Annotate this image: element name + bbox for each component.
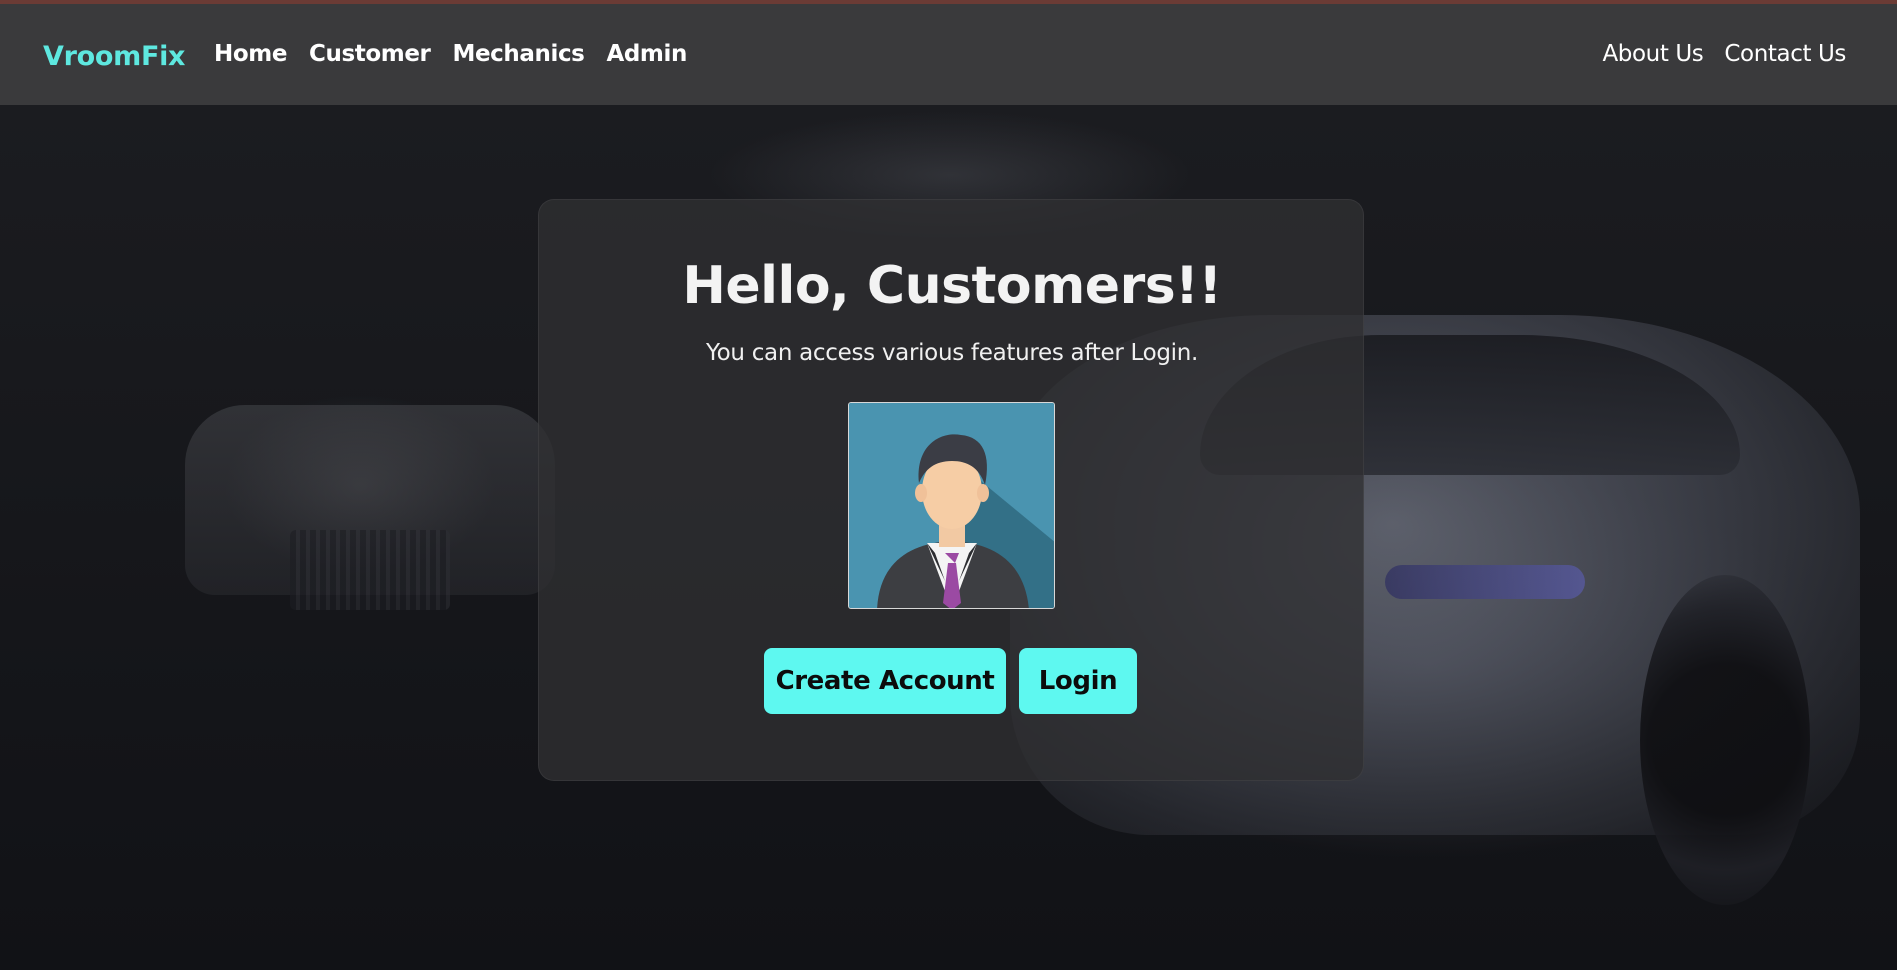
- nav-right-links: About Us Contact Us: [1602, 41, 1846, 67]
- create-account-button[interactable]: Create Account: [764, 648, 1006, 714]
- nav-link-contact-us[interactable]: Contact Us: [1724, 41, 1846, 67]
- brand-logo[interactable]: VroomFix: [43, 41, 185, 72]
- nav-link-about-us[interactable]: About Us: [1602, 41, 1703, 67]
- customer-card: Hello, Customers!! You can access variou…: [538, 199, 1364, 781]
- card-title: Hello, Customers!!: [682, 256, 1222, 316]
- card-subtitle: You can access various features after Lo…: [705, 340, 1199, 366]
- businessman-avatar-icon: [848, 402, 1055, 609]
- nav-link-admin[interactable]: Admin: [606, 41, 687, 67]
- nav-link-home[interactable]: Home: [214, 41, 287, 67]
- background-car-headlight: [1385, 565, 1585, 599]
- nav-link-customer[interactable]: Customer: [309, 41, 431, 67]
- navbar: VroomFix Home Customer Mechanics Admin A…: [0, 4, 1897, 105]
- login-button[interactable]: Login: [1019, 648, 1137, 714]
- background-car-wheel: [1640, 575, 1810, 905]
- nav-link-mechanics[interactable]: Mechanics: [452, 41, 584, 67]
- background-car-grille: [290, 530, 450, 610]
- nav-left-links: Home Customer Mechanics Admin: [214, 41, 687, 67]
